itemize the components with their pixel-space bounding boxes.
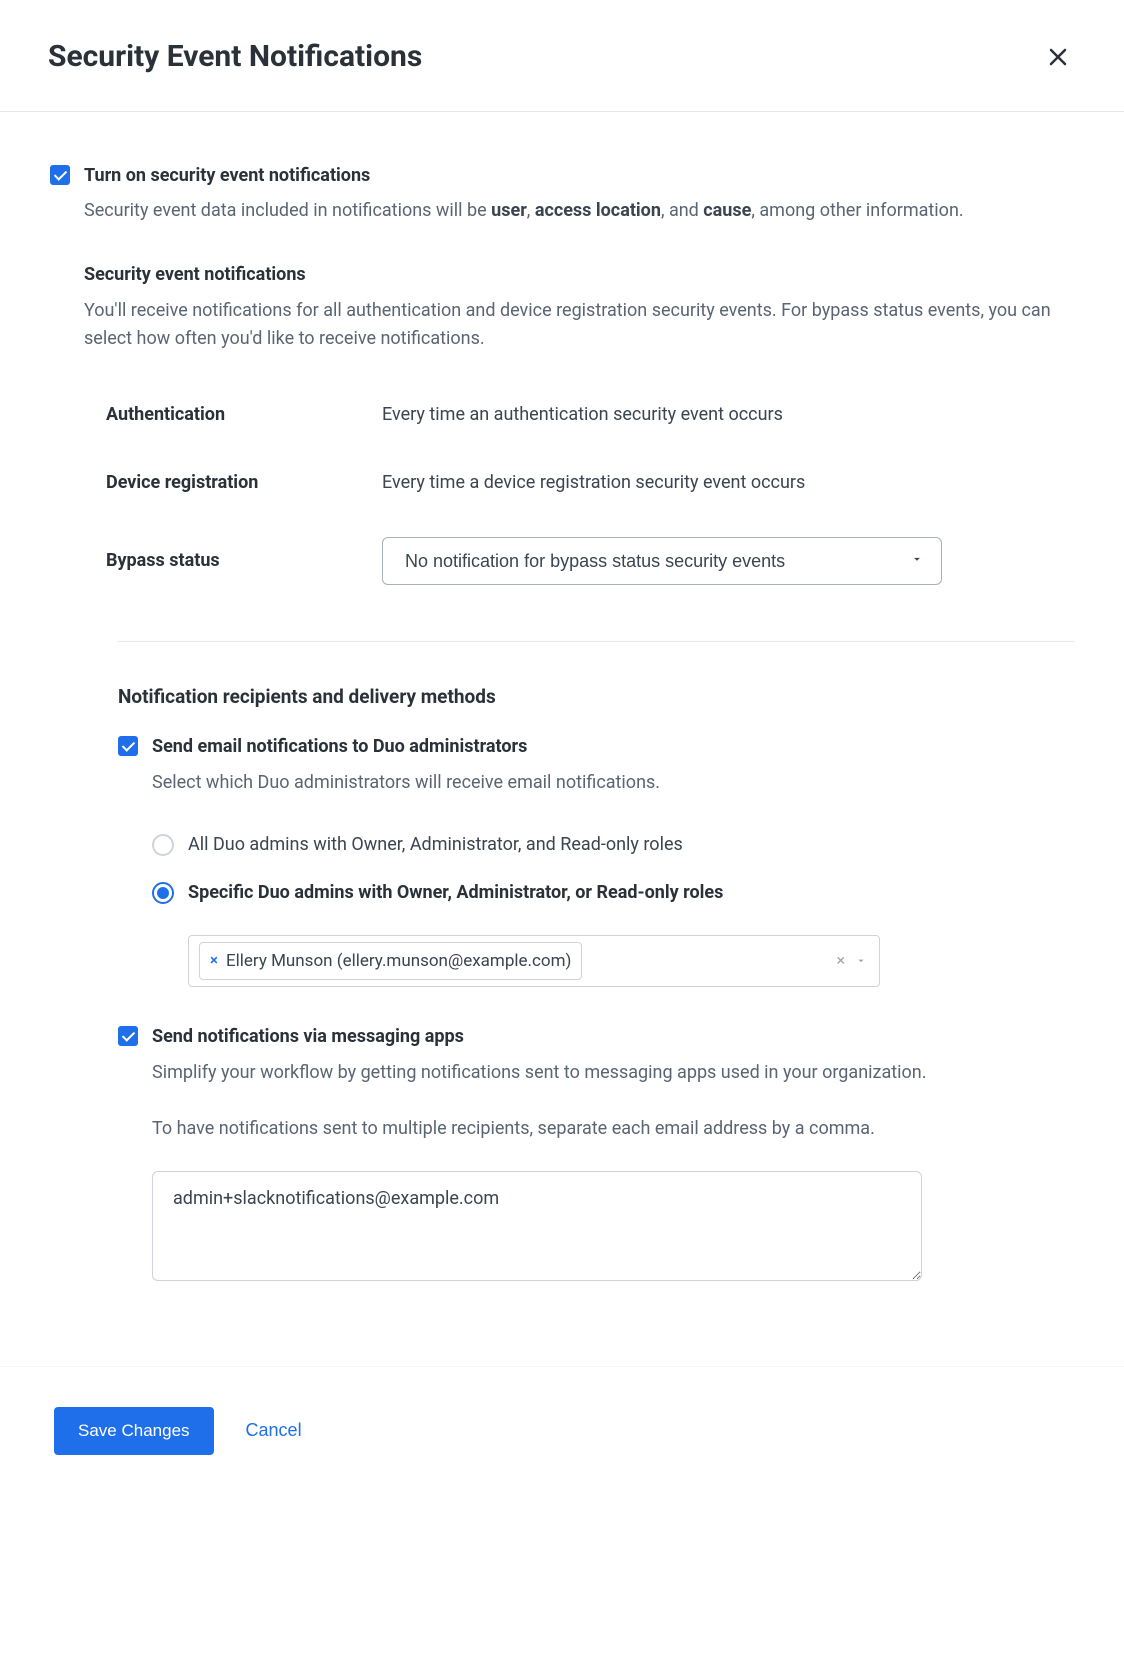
event-row-bypass-status: Bypass status No notification for bypass… xyxy=(106,517,1074,605)
email-notifications-content: Send email notifications to Duo administ… xyxy=(152,733,1074,987)
email-notifications-checkbox[interactable] xyxy=(118,736,138,756)
email-notifications-block: Send email notifications to Duo administ… xyxy=(118,733,1074,987)
event-label-device-registration: Device registration xyxy=(106,469,382,497)
radio-label-specific-admins: Specific Duo admins with Owner, Administ… xyxy=(188,879,723,907)
radio-row-specific-admins: Specific Duo admins with Owner, Administ… xyxy=(152,869,1074,917)
radio-row-all-admins: All Duo admins with Owner, Administrator… xyxy=(152,821,1074,869)
radio-label-all-admins: All Duo admins with Owner, Administrator… xyxy=(188,831,683,859)
modal-body: Turn on security event notifications Sec… xyxy=(0,112,1124,1366)
admin-multiselect[interactable]: × Ellery Munson (ellery.munson@example.c… xyxy=(188,935,880,987)
notifications-desc: You'll receive notifications for all aut… xyxy=(84,297,1074,353)
event-label-bypass-status: Bypass status xyxy=(106,547,382,575)
messaging-apps-desc-1: Simplify your workflow by getting notifi… xyxy=(152,1059,1074,1087)
chip-remove-icon[interactable]: × xyxy=(210,949,218,972)
event-value-bypass-status: No notification for bypass status securi… xyxy=(382,537,1074,585)
messaging-apps-checkbox[interactable] xyxy=(118,1026,138,1046)
multiselect-clear-icon[interactable]: × xyxy=(836,949,845,974)
messaging-apps-desc-2: To have notifications sent to multiple r… xyxy=(152,1115,1074,1143)
event-value-device-registration: Every time a device registration securit… xyxy=(382,469,1074,497)
messaging-recipients-textarea[interactable] xyxy=(152,1171,922,1281)
turn-on-content: Turn on security event notifications Sec… xyxy=(84,162,1074,1326)
notifications-heading: Security event notifications xyxy=(84,261,1074,289)
modal-header: Security Event Notifications xyxy=(0,0,1124,112)
email-notifications-desc: Select which Duo administrators will rec… xyxy=(152,769,1074,797)
multiselect-controls: × xyxy=(836,949,867,974)
recipients-heading: Notification recipients and delivery met… xyxy=(118,682,1074,711)
turn-on-label: Turn on security event notifications xyxy=(84,162,1074,190)
modal-title: Security Event Notifications xyxy=(48,34,422,81)
turn-on-checkbox[interactable] xyxy=(50,165,70,185)
email-notifications-title: Send email notifications to Duo administ… xyxy=(152,733,1074,761)
radio-all-admins[interactable] xyxy=(152,834,174,856)
messaging-apps-title: Send notifications via messaging apps xyxy=(152,1023,1074,1051)
event-row-device-registration: Device registration Every time a device … xyxy=(106,449,1074,517)
event-row-authentication: Authentication Every time an authenticat… xyxy=(106,381,1074,449)
event-value-authentication: Every time an authentication security ev… xyxy=(382,401,1074,429)
save-button[interactable]: Save Changes xyxy=(54,1407,214,1455)
security-event-notifications-modal: Security Event Notifications Turn on sec… xyxy=(0,0,1124,1505)
radio-specific-admins[interactable] xyxy=(152,882,174,904)
cancel-button[interactable]: Cancel xyxy=(246,1420,302,1441)
turn-on-section: Turn on security event notifications Sec… xyxy=(50,162,1074,1326)
bypass-select-wrap: No notification for bypass status securi… xyxy=(382,537,942,585)
event-label-authentication: Authentication xyxy=(106,401,382,429)
event-table: Authentication Every time an authenticat… xyxy=(84,381,1074,605)
chevron-down-icon[interactable] xyxy=(855,955,867,967)
messaging-apps-block: Send notifications via messaging apps Si… xyxy=(118,1023,1074,1290)
chip-label: Ellery Munson (ellery.munson@example.com… xyxy=(226,948,571,974)
modal-footer: Save Changes Cancel xyxy=(0,1366,1124,1505)
bypass-status-select[interactable]: No notification for bypass status securi… xyxy=(382,537,942,585)
divider xyxy=(118,641,1074,642)
admin-chip: × Ellery Munson (ellery.munson@example.c… xyxy=(199,942,582,980)
admin-radio-group: All Duo admins with Owner, Administrator… xyxy=(152,821,1074,917)
messaging-apps-content: Send notifications via messaging apps Si… xyxy=(152,1023,1074,1290)
turn-on-desc: Security event data included in notifica… xyxy=(84,197,1074,225)
close-icon xyxy=(1046,45,1070,69)
close-button[interactable] xyxy=(1040,39,1076,75)
